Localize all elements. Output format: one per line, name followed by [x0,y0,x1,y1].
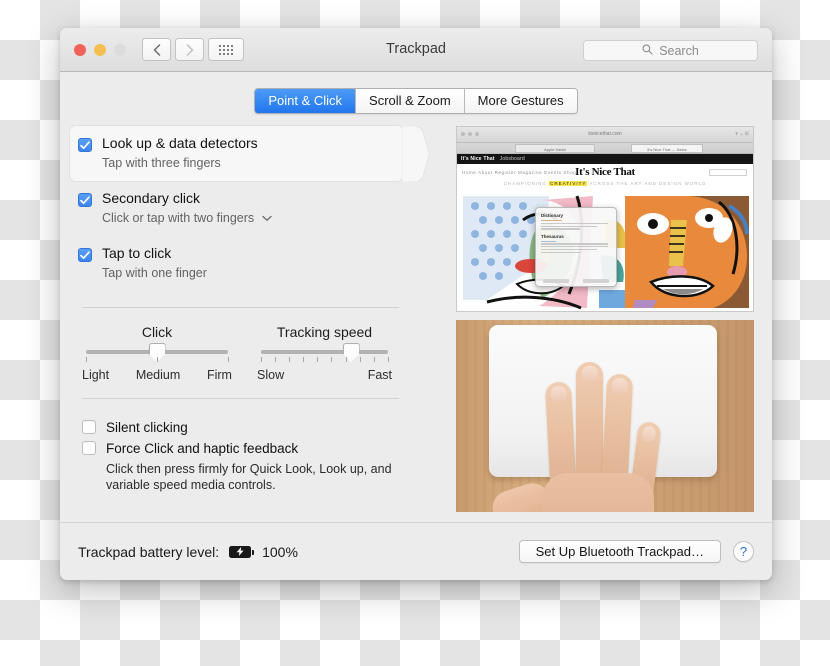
mock-toolbar-right: ▾ ⌄ ⊞ [735,131,749,137]
force-click-description: Click then press firmly for Quick Look, … [106,461,399,493]
search-placeholder: Search [659,44,699,58]
help-button[interactable]: ? [733,541,754,562]
window-footer: Trackpad battery level: 100% Set Up Blue… [60,522,772,580]
option-title: Tap to click [102,245,171,261]
mock-traffic-lights [461,132,479,136]
mock-tab-1: Apple Safari [515,144,595,153]
selection-pointer-arrow [402,126,430,181]
hand-three-fingers [534,360,664,512]
click-mark-light: Light [82,368,109,382]
tracking-speed-slider-block: Tracking speed Slow Fast [257,324,392,382]
click-mark-medium: Medium [136,368,180,382]
divider-above-sliders [82,307,399,308]
mock-tagline-highlight: CREATIVITY [549,181,587,186]
mock-tagline: CHAMPIONING CREATIVITY ACROSS THE ART AN… [457,181,753,190]
preview-browser-screenshot: itsnicethat.com ▾ ⌄ ⊞ Apple Safari It's … [456,126,754,312]
preview-panel: itsnicethat.com ▾ ⌄ ⊞ Apple Safari It's … [456,126,754,512]
tab-scroll-and-zoom[interactable]: Scroll & Zoom [356,89,465,113]
chevron-down-icon[interactable] [262,210,272,227]
palm [542,473,654,512]
checkbox-silent-clicking[interactable] [82,420,96,434]
battery-percent: 100% [262,544,298,560]
lightning-bolt-glyph [235,547,246,556]
tracking-speed-slider-ticks [261,357,388,365]
click-slider-track[interactable] [86,350,228,354]
option-subtitle: Tap with one finger [102,265,207,282]
click-slider-block: Click Light Medium Firm [82,324,232,382]
gesture-options-list: Look up & data detectors Tap with three … [78,126,403,493]
click-mark-firm: Firm [207,368,232,382]
click-slider-label: Click [82,324,232,340]
mock-jobsboard: Jobsboard [500,156,525,162]
click-slider-marks: Light Medium Firm [82,368,232,382]
mock-site-logo: It's Nice That [575,166,635,178]
option-silent-clicking[interactable]: Silent clicking [82,419,399,436]
tab-bar: Point & Click Scroll & Zoom More Gesture… [60,72,772,114]
tracking-mark-fast: Fast [368,368,392,382]
tracking-mark-slow: Slow [257,368,284,382]
popover-line [541,241,556,242]
popover-section-thesaurus: Thesaurus [541,234,611,239]
tracking-speed-slider-marks: Slow Fast [257,368,392,382]
option-label: Force Click and haptic feedback [106,440,298,457]
checkbox-force-click[interactable] [82,441,96,455]
mock-site-topbar: It's Nice That Jobsboard [457,154,753,164]
option-secondary-click[interactable]: Secondary click Click or tap with two fi… [78,181,403,236]
popover-title: Dictionary [541,213,611,218]
advanced-options-group: Silent clicking Force Click and haptic f… [78,419,403,493]
set-up-bluetooth-trackpad-button[interactable]: Set Up Bluetooth Trackpad… [519,540,721,563]
popover-line [541,220,562,221]
trackpad-preferences-window: Trackpad Search Point & Click Scroll & Z… [60,28,772,580]
preferences-content: Look up & data detectors Tap with three … [78,126,754,516]
popover-line [541,246,608,247]
checkbox-look-up-and-data-detectors[interactable] [78,138,92,152]
tracking-speed-slider-track[interactable] [261,350,388,354]
option-subtitle-text: Click or tap with two fingers [102,210,254,227]
popover-line [541,226,597,227]
option-force-click[interactable]: Force Click and haptic feedback [82,440,399,457]
click-slider-ticks [86,357,228,365]
checkbox-tap-to-click[interactable] [78,248,92,262]
tracking-speed-slider-label: Tracking speed [257,324,392,340]
popover-footer-buttons [536,279,616,283]
option-title: Look up & data detectors [102,135,258,151]
mock-site-search [709,169,747,176]
window-titlebar: Trackpad Search [60,28,772,72]
option-title: Secondary click [102,190,200,206]
option-subtitle-popup[interactable]: Click or tap with two fingers [102,210,272,227]
mock-artwork: Dictionary Thesaurus [457,190,753,312]
search-icon [642,42,653,60]
mock-tagline-before: CHAMPIONING [504,181,550,186]
battery-charging-icon [229,546,251,558]
dictionary-popover: Dictionary Thesaurus [535,207,617,287]
divider-below-sliders [82,398,399,399]
mock-browser-titlebar: itsnicethat.com ▾ ⌄ ⊞ [457,127,753,143]
checkbox-secondary-click[interactable] [78,193,92,207]
tab-point-and-click[interactable]: Point & Click [255,89,356,113]
search-input[interactable]: Search [583,40,758,61]
tab-more-gestures[interactable]: More Gestures [465,89,577,113]
option-look-up-and-data-detectors[interactable]: Look up & data detectors Tap with three … [70,126,403,181]
preview-trackpad-photo [456,320,754,512]
option-label: Silent clicking [106,419,188,436]
mock-address: itsnicethat.com [588,131,621,137]
popover-line [541,249,597,250]
mock-tab-2: It's Nice That — News [631,144,703,153]
option-subtitle: Tap with three fingers [102,155,258,172]
popover-line [541,243,608,244]
mock-site-nav: Home About Register Magazine Events Shop… [457,164,753,181]
popover-line [541,223,608,224]
battery-level-label: Trackpad battery level: [78,544,219,560]
mock-brand: It's Nice That [461,156,495,162]
mock-nav-items: Home About Register Magazine Events Shop [462,170,576,175]
mock-browser-tabs: Apple Safari It's Nice That — News [457,143,753,154]
popover-line [541,252,580,253]
option-tap-to-click[interactable]: Tap to click Tap with one finger [78,236,403,291]
popover-line [541,228,580,229]
mock-tagline-after: ACROSS THE ART AND DESIGN WORLD [587,181,706,186]
sliders-group: Click Light Medium Firm Tracking speed [78,324,403,382]
